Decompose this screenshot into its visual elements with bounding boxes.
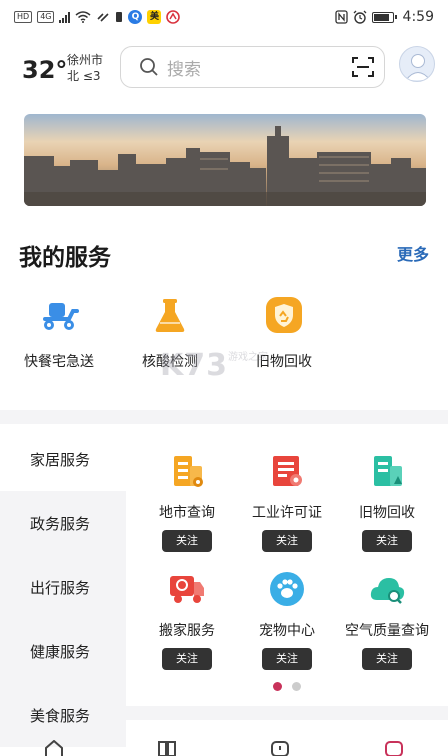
- grid-item-city-query[interactable]: 地市查询 关注: [137, 452, 237, 552]
- grid-item-recycle[interactable]: 旧物回收 关注: [337, 452, 437, 552]
- battery-saver-icon: [116, 12, 123, 22]
- header: 32° 徐州市 北 ≤3 搜索: [0, 44, 448, 92]
- page-dot-active[interactable]: [273, 682, 282, 691]
- grid-item-label: 工业许可证: [252, 505, 322, 521]
- certificate-icon: [273, 456, 302, 486]
- flask-icon: [155, 299, 185, 332]
- grid-item-pet-center[interactable]: 宠物中心 关注: [237, 570, 337, 670]
- search-placeholder: 搜索: [167, 59, 201, 80]
- battery-icon: [371, 11, 397, 23]
- hd-indicator: HD: [14, 11, 33, 23]
- grid-item-label: 旧物回收: [359, 505, 415, 521]
- category-home[interactable]: 家居服务: [0, 427, 126, 491]
- grid-item-label: 搬家服务: [159, 623, 215, 639]
- grid-item-air-quality[interactable]: 空气质量查询 关注: [337, 570, 437, 670]
- grid-item-label: 宠物中心: [259, 623, 315, 639]
- follow-button[interactable]: 关注: [362, 530, 412, 552]
- clock: 4:59: [402, 9, 434, 25]
- wifi-icon: [75, 11, 91, 23]
- weather-location[interactable]: 徐州市 北 ≤3: [67, 52, 103, 84]
- page-indicator: [273, 682, 301, 691]
- city-skyline-image: [24, 114, 426, 206]
- grid-item-moving[interactable]: 搬家服务 关注: [137, 570, 237, 670]
- messages-tab-icon[interactable]: [270, 740, 290, 756]
- grid-item-label: 地市查询: [159, 505, 215, 521]
- category-label: 家居服务: [30, 450, 91, 469]
- section-divider: [0, 410, 448, 424]
- meituan-icon: 美: [147, 10, 162, 24]
- network-indicator: 4G: [37, 11, 55, 23]
- link-icon: [97, 13, 110, 22]
- truck-icon: [170, 576, 204, 603]
- home-tab-icon[interactable]: [44, 740, 64, 756]
- app-red-icon: [166, 10, 181, 24]
- temperature: 32°: [22, 56, 68, 84]
- watermark-text: K73: [160, 348, 228, 383]
- signal-icon: [59, 11, 71, 23]
- profile-tab-icon[interactable]: [384, 740, 404, 756]
- watermark: K73游戏之家: [160, 348, 268, 383]
- building-icon: [174, 456, 203, 487]
- follow-button[interactable]: 关注: [262, 530, 312, 552]
- category-label: 政务服务: [30, 514, 91, 533]
- status-bar: HD 4G Q 美 4:59: [0, 0, 448, 34]
- user-avatar-icon: [405, 54, 431, 81]
- city-banner[interactable]: [24, 114, 426, 206]
- recycle-building-icon: [374, 456, 402, 486]
- category-label: 出行服务: [30, 578, 91, 597]
- follow-button[interactable]: 关注: [162, 530, 212, 552]
- category-health[interactable]: 健康服务: [0, 619, 126, 683]
- category-label: 健康服务: [30, 642, 91, 661]
- service-item-delivery[interactable]: 快餐宅急送: [9, 295, 109, 371]
- grid-item-label: 空气质量查询: [345, 623, 429, 639]
- nfc-icon: [334, 10, 348, 24]
- category-travel[interactable]: 出行服务: [0, 555, 126, 619]
- section-divider: [126, 706, 448, 720]
- avatar[interactable]: [399, 46, 435, 82]
- status-bar-right: 4:59: [334, 9, 434, 25]
- my-services-title: 我的服务: [19, 245, 111, 271]
- follow-button[interactable]: 关注: [362, 648, 412, 670]
- search-icon: [140, 58, 158, 76]
- alarm-icon: [353, 10, 367, 24]
- city-name: 徐州市: [67, 53, 104, 67]
- category-label: 美食服务: [30, 706, 91, 725]
- more-link[interactable]: 更多: [397, 241, 429, 265]
- app-q-icon: Q: [128, 10, 143, 24]
- cloud-search-icon: [370, 578, 405, 604]
- watermark-sub: 游戏之家: [228, 352, 268, 363]
- grid-item-industrial-license[interactable]: 工业许可证 关注: [237, 452, 337, 552]
- recycle-shield-icon: [266, 297, 302, 333]
- status-bar-left: HD 4G Q 美: [14, 10, 181, 24]
- service-label: 快餐宅急送: [24, 354, 94, 370]
- scooter-icon: [43, 303, 79, 330]
- services-tab-icon[interactable]: [157, 740, 177, 756]
- category-government[interactable]: 政务服务: [0, 491, 126, 555]
- category-sidebar: 家居服务 政务服务 出行服务 健康服务 美食服务: [0, 424, 126, 749]
- follow-button[interactable]: 关注: [162, 648, 212, 670]
- search-bar[interactable]: 搜索: [120, 46, 385, 88]
- follow-button[interactable]: 关注: [262, 648, 312, 670]
- page-dot[interactable]: [292, 682, 301, 691]
- paw-icon: [270, 572, 304, 606]
- wind-info: 北 ≤3: [67, 69, 101, 83]
- bottom-tab-bar: [0, 736, 448, 756]
- scan-icon[interactable]: [352, 57, 374, 77]
